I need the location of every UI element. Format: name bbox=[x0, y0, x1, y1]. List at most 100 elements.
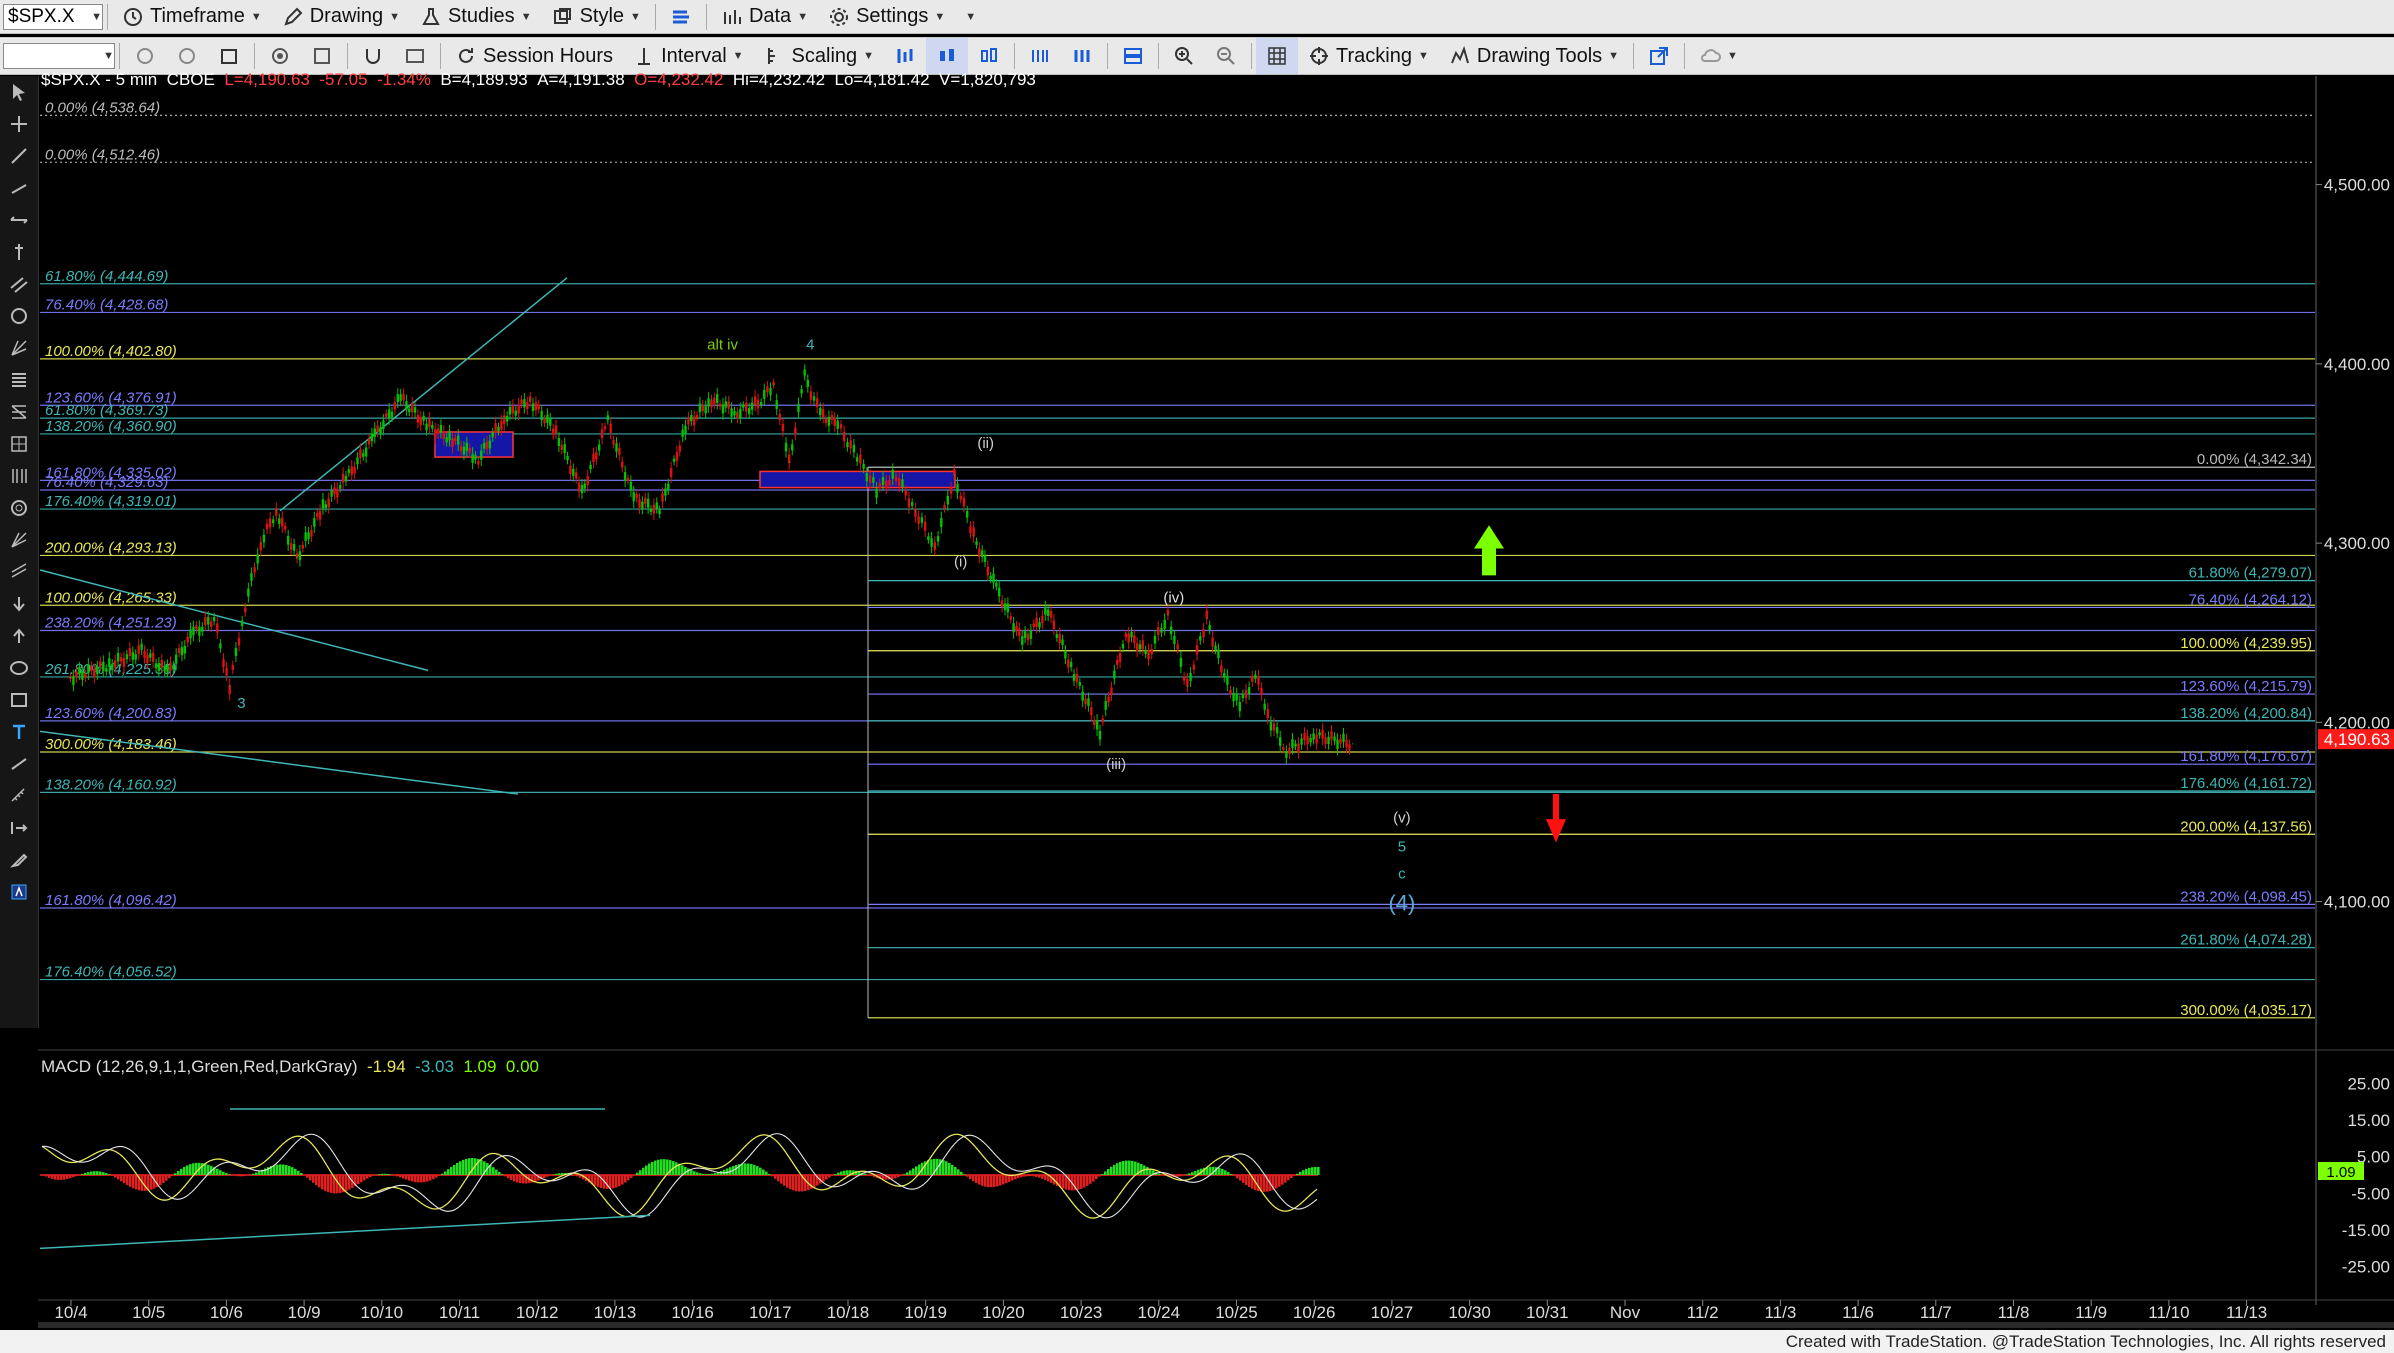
macd-histogram-bar bbox=[1140, 1163, 1143, 1175]
macd-histogram-bar bbox=[864, 1173, 867, 1175]
signal-line bbox=[83, 1161, 88, 1163]
annotation-tool[interactable] bbox=[0, 876, 38, 908]
cycle-tool[interactable] bbox=[0, 300, 38, 332]
fib-circle-tool[interactable] bbox=[0, 492, 38, 524]
pitchfork-tool[interactable] bbox=[0, 332, 38, 364]
candle-body bbox=[379, 427, 382, 434]
candle-body bbox=[1309, 738, 1312, 743]
macd-histogram-bar bbox=[549, 1175, 552, 1176]
candle-body bbox=[1110, 687, 1113, 696]
macd-histogram-bar bbox=[900, 1175, 903, 1176]
candle-body bbox=[1144, 649, 1147, 655]
wave-label: (iv) bbox=[1163, 589, 1184, 606]
candle-body bbox=[431, 424, 434, 429]
candle-body bbox=[959, 495, 962, 500]
candle-body bbox=[474, 455, 477, 460]
brush-tool[interactable] bbox=[0, 844, 38, 876]
candle-body bbox=[1098, 730, 1102, 740]
candle-body bbox=[1211, 637, 1214, 647]
candle-body bbox=[508, 406, 512, 415]
candle-body bbox=[1244, 689, 1248, 699]
rectangle-tool[interactable] bbox=[0, 684, 38, 716]
candle-body bbox=[1067, 659, 1070, 668]
pointer-tool[interactable] bbox=[0, 76, 38, 108]
candle-body bbox=[75, 671, 78, 678]
fib-speed-tool[interactable] bbox=[0, 428, 38, 460]
fib-level-label: 200.00% (4,293.13) bbox=[44, 539, 177, 556]
macd-histogram-bar bbox=[1230, 1173, 1233, 1175]
regression-tool[interactable] bbox=[0, 556, 38, 588]
fib-level-label: 200.00% (4,137.56) bbox=[2180, 818, 2312, 835]
macd-histogram-bar bbox=[237, 1175, 240, 1177]
price-point bbox=[260, 542, 262, 544]
macd-legend: MACD (12,26,9,1,1,Green,Red,DarkGray) -1… bbox=[41, 1057, 539, 1077]
text-tool[interactable] bbox=[0, 716, 38, 748]
macd-histogram-bar bbox=[612, 1175, 615, 1189]
macd-histogram-bar bbox=[219, 1170, 222, 1175]
candle-body bbox=[362, 453, 365, 457]
candle-body bbox=[540, 411, 543, 421]
ray-tool[interactable] bbox=[0, 172, 38, 204]
fib-retracement-tool[interactable] bbox=[0, 364, 38, 396]
macd-histogram-bar bbox=[1101, 1173, 1104, 1175]
candle-body bbox=[821, 408, 825, 418]
candle-body bbox=[281, 517, 284, 527]
macd-histogram-bar bbox=[624, 1175, 627, 1183]
extend-tool[interactable] bbox=[0, 812, 38, 844]
candle-body bbox=[551, 428, 555, 435]
arrow-up-icon bbox=[13, 628, 25, 643]
macd-histogram-bar bbox=[480, 1159, 483, 1175]
macd-histogram-bar bbox=[594, 1175, 597, 1186]
macd-histogram-bar bbox=[357, 1175, 360, 1185]
macd-histogram-bar bbox=[954, 1166, 957, 1175]
fib-level-label: 138.20% (4,200.84) bbox=[2180, 705, 2312, 722]
vertical-line-tool[interactable] bbox=[0, 236, 38, 268]
candle-body bbox=[275, 508, 278, 516]
candle-body bbox=[1306, 735, 1309, 745]
price-point bbox=[1047, 610, 1049, 612]
macd-histogram-bar bbox=[657, 1159, 660, 1175]
arrow-up-tool[interactable] bbox=[0, 620, 38, 652]
arrow-down-tool[interactable] bbox=[0, 588, 38, 620]
macd-histogram-bar bbox=[204, 1163, 207, 1175]
channel-tool[interactable] bbox=[0, 268, 38, 300]
candle-body bbox=[189, 629, 192, 639]
candle-body bbox=[253, 567, 256, 573]
macd-histogram-bar bbox=[93, 1171, 96, 1175]
drawing-toolbar bbox=[0, 76, 39, 1028]
candle-body bbox=[1327, 736, 1330, 744]
candle-body bbox=[1084, 698, 1087, 705]
candle-body bbox=[99, 661, 102, 667]
macd-histogram-bar bbox=[1026, 1175, 1029, 1177]
macd-histogram-bar bbox=[1041, 1175, 1044, 1179]
measure-tool[interactable] bbox=[0, 780, 38, 812]
macd-histogram-bar bbox=[948, 1162, 951, 1175]
candle-body bbox=[225, 667, 228, 676]
ellipse-tool[interactable] bbox=[0, 652, 38, 684]
price-legend: $SPX.X - 5 min CBOE L=4,190.63 -57.05 -1… bbox=[41, 70, 1036, 90]
trendline-tool[interactable] bbox=[0, 140, 38, 172]
candle-body bbox=[234, 648, 238, 656]
candle-body bbox=[626, 478, 630, 482]
macd-histogram-bar bbox=[327, 1175, 330, 1193]
macd-histogram-bar bbox=[171, 1175, 174, 1176]
macd-histogram-bar bbox=[636, 1172, 639, 1175]
chart-canvas[interactable]: 0.00% (4,538.64) 0.00% (4,512.46) 61.80% (… bbox=[0, 0, 2394, 1330]
fib-time-tool[interactable] bbox=[0, 460, 38, 492]
macd-histogram-bar bbox=[456, 1162, 459, 1175]
price-point bbox=[1223, 676, 1225, 679]
candle-body bbox=[1135, 643, 1139, 652]
line-tool[interactable] bbox=[0, 748, 38, 780]
macd-histogram-bar bbox=[498, 1171, 501, 1175]
crosshair-tool[interactable] bbox=[0, 108, 38, 140]
candle-body bbox=[192, 626, 195, 636]
macd-histogram-bar bbox=[675, 1162, 678, 1175]
candle-body bbox=[966, 510, 969, 518]
fib-extension-tool[interactable] bbox=[0, 396, 38, 428]
horizontal-line-tool[interactable] bbox=[0, 204, 38, 236]
gann-tool[interactable] bbox=[0, 524, 38, 556]
macd-histogram-bar bbox=[651, 1161, 654, 1175]
macd-histogram-bar bbox=[618, 1175, 621, 1187]
macd-histogram-bar bbox=[1179, 1175, 1182, 1177]
macd-histogram-bar bbox=[798, 1175, 801, 1192]
